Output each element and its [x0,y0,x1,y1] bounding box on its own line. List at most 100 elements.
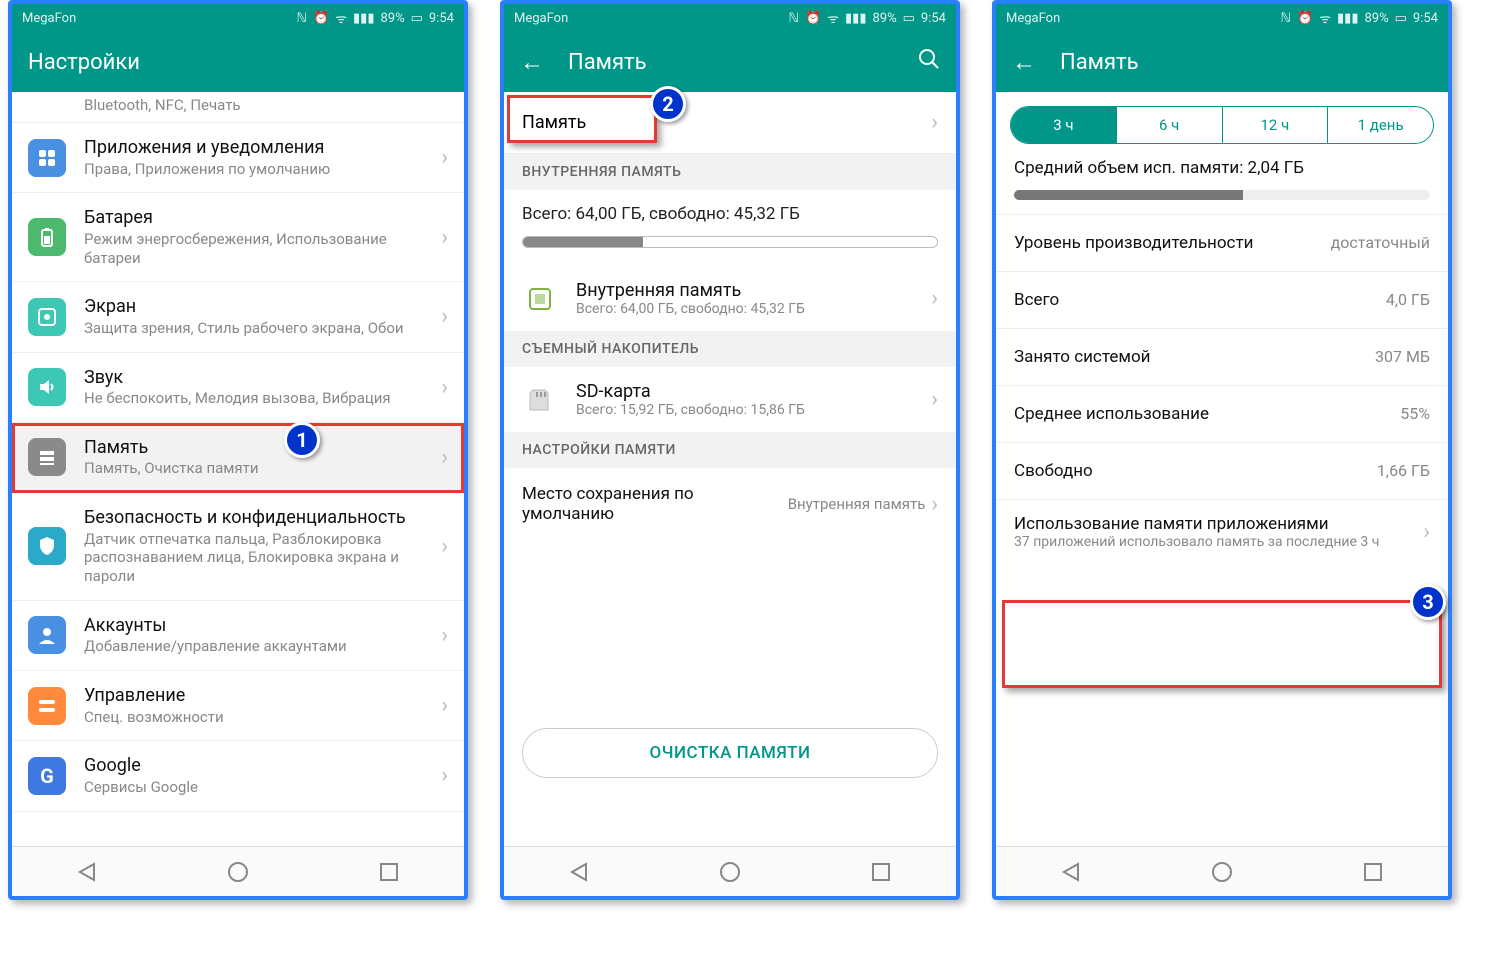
settings-row-G[interactable]: GGoogleСервисы Google› [12,741,464,811]
storage-progress [522,236,938,248]
settings-row-manage[interactable]: УправлениеСпец. возможности› [12,671,464,741]
chevron-right-icon: › [931,492,938,517]
row-title: Экран [84,296,441,319]
phone-screen-3: MegaFon ℕ ⏰ ᯤ ▮▮▮ 89% ▭ 9:54 ← Память 3 … [992,0,1452,900]
app-bar: ← Память [996,32,1448,92]
segment-3[interactable]: 1 день [1328,107,1433,143]
clean-memory-button[interactable]: ОЧИСТКА ПАМЯТИ [522,728,938,778]
battery-icon: ▭ [1395,11,1407,26]
app-memory-usage-sub: 37 приложений использовало память за пос… [1014,534,1430,550]
default-location-row[interactable]: Место сохранения по умолчанию Внутренняя… [504,468,956,540]
row-title: Аккаунты [84,615,441,638]
battery-icon: ▭ [411,11,423,26]
storage-total-text: Всего: 64,00 ГБ, свободно: 45,32 ГБ [522,204,938,224]
stat-value: 307 МБ [1375,347,1430,367]
stat-key: Занято системой [1014,347,1375,367]
step-badge-3: 3 [1410,584,1446,620]
alarm-icon: ⏰ [1297,11,1313,26]
sd-row[interactable]: SD-карта Всего: 15,92 ГБ, свободно: 15,8… [504,367,956,432]
clock: 9:54 [1413,11,1438,26]
chevron-right-icon: › [931,387,938,412]
nav-recent-icon[interactable] [870,861,892,883]
back-icon[interactable]: ← [1012,48,1036,77]
storage-total-block: Всего: 64,00 ГБ, свободно: 45,32 ГБ [504,190,956,266]
chevron-right-icon: › [441,225,448,250]
phone-screen-2: MegaFon ℕ ⏰ ᯤ ▮▮▮ 89% ▭ 9:54 ← Память Па… [500,0,960,900]
nav-back-icon[interactable] [568,861,590,883]
page-title: Память [568,50,918,75]
settings-row-apps[interactable]: Приложения и уведомленияПрава, Приложени… [12,123,464,193]
wifi-icon: ᯤ [335,9,347,27]
chevron-right-icon: › [931,286,938,311]
segment-1[interactable]: 6 ч [1117,107,1223,143]
internal-storage-sub: Всего: 64,00 ГБ, свободно: 45,32 ГБ [576,301,931,317]
account-icon [28,616,66,654]
chevron-right-icon: › [441,145,448,170]
signal-icon: ▮▮▮ [845,11,866,26]
settings-row-sound[interactable]: ЗвукНе беспокоить, Мелодия вызова, Вибра… [12,353,464,423]
battery-pct: 89% [380,11,404,26]
row-sub: Сервисы Google [84,778,441,797]
memory-icon [28,438,66,476]
ram-content[interactable]: 3 ч6 ч12 ч1 день Средний объем исп. памя… [996,92,1448,846]
segment-0[interactable]: 3 ч [1011,107,1117,143]
battery-icon: ▭ [903,11,915,26]
row-sub: Память, Очистка памяти [84,459,441,478]
app-memory-usage-row[interactable]: Использование памяти приложениями 37 при… [996,499,1448,564]
nav-recent-icon[interactable] [1362,861,1384,883]
sd-sub: Всего: 15,92 ГБ, свободно: 15,86 ГБ [576,402,931,418]
ram-stat-row-4: Свободно1,66 ГБ [996,442,1448,499]
settings-row-battery[interactable]: БатареяРежим энергосбережения, Использов… [12,193,464,282]
nav-back-icon[interactable] [1060,861,1082,883]
display-icon [28,298,66,336]
default-location-value: Внутренняя память [788,495,926,513]
alarm-icon: ⏰ [313,11,329,26]
status-bar: MegaFon ℕ ⏰ ᯤ ▮▮▮ 89% ▭ 9:54 [504,4,956,32]
highlight-box-ram [507,95,657,143]
app-bar: Настройки [12,32,464,92]
shield-icon [28,527,66,565]
avg-ram-label: Средний объем исп. памяти: 2,04 ГБ [996,158,1448,190]
nav-home-icon[interactable] [719,861,741,883]
ram-row[interactable]: Память › [504,92,956,154]
time-range-segmented[interactable]: 3 ч6 ч12 ч1 день [1010,106,1434,144]
stat-value: 4,0 ГБ [1386,290,1430,310]
stat-value: 55% [1400,404,1430,424]
settings-list[interactable]: Bluetooth, NFC, Печать Приложения и увед… [12,92,464,846]
stat-key: Среднее использование [1014,404,1400,424]
settings-row-shield[interactable]: Безопасность и конфиденциальностьДатчик … [12,493,464,601]
segment-2[interactable]: 12 ч [1223,107,1329,143]
back-icon[interactable]: ← [520,48,544,77]
nav-bar [12,846,464,896]
carrier-label: MegaFon [514,11,568,26]
settings-row-display[interactable]: ЭкранЗащита зрения, Стиль рабочего экран… [12,282,464,352]
nav-back-icon[interactable] [76,861,98,883]
status-right: ℕ ⏰ ᯤ ▮▮▮ 89% ▭ 9:54 [297,9,454,27]
stat-key: Всего [1014,290,1386,310]
wifi-icon: ᯤ [1319,9,1331,27]
row-sub: Спец. возможности [84,708,441,727]
nav-recent-icon[interactable] [378,861,400,883]
nav-home-icon[interactable] [1211,861,1233,883]
apps-icon [28,139,66,177]
sd-card-icon [522,382,558,418]
settings-row-account[interactable]: АккаунтыДобавление/управление аккаунтами… [12,601,464,671]
phone-screen-1: MegaFon ℕ ⏰ ᯤ ▮▮▮ 89% ▭ 9:54 Настройки B… [8,0,468,900]
signal-icon: ▮▮▮ [353,11,374,26]
internal-storage-row[interactable]: Внутренняя память Всего: 64,00 ГБ, свобо… [504,266,956,331]
row-title: Google [84,755,441,778]
nfc-icon: ℕ [789,11,799,26]
sound-icon [28,368,66,406]
app-bar: ← Память [504,32,956,92]
search-icon[interactable] [918,48,940,76]
settings-row-memory[interactable]: ПамятьПамять, Очистка памяти› [12,423,464,493]
nav-home-icon[interactable] [227,861,249,883]
stat-key: Свободно [1014,461,1377,481]
row-title: Звук [84,367,441,390]
chip-icon [522,281,558,317]
row-sub: Защита зрения, Стиль рабочего экрана, Об… [84,319,441,338]
row-title: Управление [84,685,441,708]
row-title: Батарея [84,207,441,230]
memory-content[interactable]: Память › ВНУТРЕННЯЯ ПАМЯТЬ Всего: 64,00 … [504,92,956,846]
section-settings: НАСТРОЙКИ ПАМЯТИ [504,432,956,468]
